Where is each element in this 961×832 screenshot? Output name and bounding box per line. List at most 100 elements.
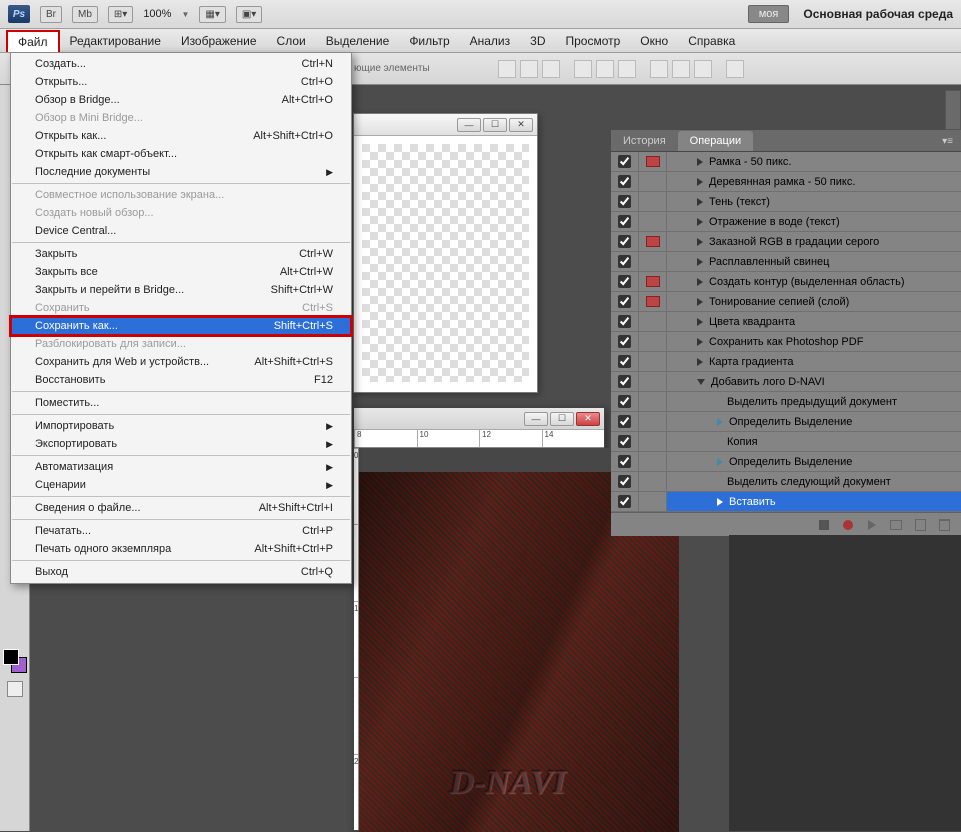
menu-item[interactable]: Сохранить для Web и устройств...Alt+Shif… [11,353,351,371]
action-toggle-cell[interactable] [611,472,639,491]
action-row[interactable]: Выделить следующий документ [611,472,961,492]
action-toggle-cell[interactable] [611,492,639,511]
action-row[interactable]: Добавить лого D-NAVI [611,372,961,392]
action-dialog-cell[interactable] [639,452,667,471]
new-set-button[interactable] [889,518,903,532]
menu-item[interactable]: Сведения о файле...Alt+Shift+Ctrl+I [11,499,351,517]
action-toggle-cell[interactable] [611,332,639,351]
menu-item[interactable]: Печать одного экземпляраAlt+Shift+Ctrl+P [11,540,351,558]
action-checkbox[interactable] [618,295,631,308]
action-row[interactable]: Определить Выделение [611,412,961,432]
menu-item[interactable]: Открыть...Ctrl+O [11,73,351,91]
expand-right-icon[interactable] [697,158,703,166]
action-dialog-cell[interactable] [639,372,667,391]
action-row[interactable]: Расплавленный свинец [611,252,961,272]
menu-item[interactable]: Автоматизация▶ [11,458,351,476]
quick-mask-button[interactable] [7,681,23,697]
menu-item[interactable]: Экспортировать▶ [11,435,351,453]
action-checkbox[interactable] [618,455,631,468]
action-toggle-cell[interactable] [611,252,639,271]
action-checkbox[interactable] [618,315,631,328]
document-titlebar[interactable]: — ☐ ✕ [354,114,537,136]
expand-right-icon[interactable] [697,258,703,266]
action-row[interactable]: Цвета квадранта [611,312,961,332]
action-checkbox[interactable] [618,395,631,408]
action-dialog-cell[interactable] [639,332,667,351]
action-toggle-cell[interactable] [611,172,639,191]
menu-item[interactable]: Обзор в Bridge...Alt+Ctrl+O [11,91,351,109]
delete-button[interactable] [937,518,951,532]
action-dialog-cell[interactable] [639,492,667,511]
screen-button[interactable]: ▣▾ [236,6,262,23]
action-row[interactable]: Вставить [611,492,961,512]
play-button[interactable] [865,518,879,532]
menu-item[interactable]: ВыходCtrl+Q [11,563,351,581]
expand-right-icon[interactable] [697,178,703,186]
action-checkbox[interactable] [618,215,631,228]
history-tab[interactable]: История [611,131,678,151]
action-toggle-cell[interactable] [611,232,639,251]
action-checkbox[interactable] [618,375,631,388]
action-toggle-cell[interactable] [611,392,639,411]
action-checkbox[interactable] [618,235,631,248]
action-toggle-cell[interactable] [611,152,639,171]
menu-item[interactable]: ВосстановитьF12 [11,371,351,389]
collapsed-panel-tab[interactable] [945,90,961,130]
menu-filter[interactable]: Фильтр [399,31,459,51]
distribute-icon[interactable] [672,60,690,78]
action-dialog-cell[interactable] [639,232,667,251]
bridge-button[interactable]: Br [40,6,62,23]
color-swatches[interactable] [3,649,27,673]
align-icon[interactable] [520,60,538,78]
action-dialog-cell[interactable] [639,412,667,431]
minimize-button[interactable]: — [457,118,481,132]
action-toggle-cell[interactable] [611,292,639,311]
menu-item[interactable]: Сохранить как...Shift+Ctrl+S [11,317,351,335]
action-row[interactable]: Определить Выделение [611,452,961,472]
action-dialog-cell[interactable] [639,312,667,331]
action-toggle-cell[interactable] [611,452,639,471]
menu-window[interactable]: Окно [630,31,678,51]
expand-right-icon[interactable] [717,458,723,466]
action-row[interactable]: Отражение в воде (текст) [611,212,961,232]
action-checkbox[interactable] [618,355,631,368]
align-icon[interactable] [498,60,516,78]
action-checkbox[interactable] [618,435,631,448]
expand-right-icon[interactable] [717,498,723,506]
action-row[interactable]: Тень (текст) [611,192,961,212]
workspace-button[interactable]: моя [748,5,790,23]
action-row[interactable]: Деревянная рамка - 50 пикс. [611,172,961,192]
actions-tab[interactable]: Операции [678,131,753,151]
menu-help[interactable]: Справка [678,31,745,51]
zoom-dropdown-icon[interactable]: ▼ [181,10,189,19]
menu-3d[interactable]: 3D [520,31,555,51]
panel-menu-icon[interactable]: ▾≡ [934,132,961,151]
menu-analysis[interactable]: Анализ [460,31,521,51]
action-dialog-cell[interactable] [639,252,667,271]
expand-down-icon[interactable] [697,379,705,385]
expand-right-icon[interactable] [697,298,703,306]
distribute-icon[interactable] [650,60,668,78]
action-dialog-cell[interactable] [639,212,667,231]
expand-right-icon[interactable] [697,278,703,286]
menu-item[interactable]: Device Central... [11,222,351,240]
action-dialog-cell[interactable] [639,392,667,411]
auto-align-icon[interactable] [726,60,744,78]
align-icon[interactable] [542,60,560,78]
menu-item[interactable]: Импортировать▶ [11,417,351,435]
menu-item[interactable]: Открыть как смарт-объект... [11,145,351,163]
menu-item[interactable]: Закрыть всеAlt+Ctrl+W [11,263,351,281]
menu-edit[interactable]: Редактирование [60,31,171,51]
action-dialog-cell[interactable] [639,352,667,371]
align-icon[interactable] [618,60,636,78]
menu-item[interactable]: Закрыть и перейти в Bridge...Shift+Ctrl+… [11,281,351,299]
action-dialog-cell[interactable] [639,472,667,491]
action-toggle-cell[interactable] [611,272,639,291]
action-row[interactable]: Рамка - 50 пикс. [611,152,961,172]
action-toggle-cell[interactable] [611,412,639,431]
maximize-button[interactable]: ☐ [483,118,507,132]
action-dialog-cell[interactable] [639,432,667,451]
action-row[interactable]: Сохранить как Photoshop PDF [611,332,961,352]
menu-item[interactable]: ЗакрытьCtrl+W [11,245,351,263]
action-toggle-cell[interactable] [611,192,639,211]
